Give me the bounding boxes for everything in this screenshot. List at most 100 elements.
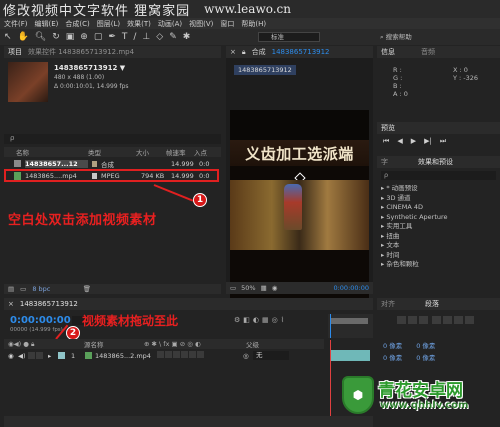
space-after[interactable]: 0 像素 xyxy=(416,352,435,362)
menu-animation[interactable]: 动画(A) xyxy=(158,19,182,29)
last-frame-icon[interactable]: ⏭ xyxy=(440,137,446,146)
preview-icon[interactable]: ▭ xyxy=(230,284,236,292)
menu-help[interactable]: 帮助(H) xyxy=(241,19,266,29)
effect-item[interactable]: ▸ * 动画预设 xyxy=(377,184,500,194)
menu-window[interactable]: 窗口 xyxy=(220,19,234,29)
col-name[interactable]: 名称 xyxy=(4,147,88,157)
first-frame-icon[interactable]: ⏮ xyxy=(383,137,389,146)
timeline-layer-row[interactable]: ◉ ◀) ▸ 1 1483865...2.mp4 ◎ 无 xyxy=(4,350,324,361)
menu-file[interactable]: 文件(F) xyxy=(4,19,28,29)
effect-item[interactable]: ▸ CINEMA 4D xyxy=(377,203,500,213)
audio-icon[interactable]: ◀) xyxy=(18,352,28,360)
pen-tool-icon[interactable]: ✒ xyxy=(108,32,116,42)
lock-icon[interactable]: 🔒︎ xyxy=(242,48,246,57)
col-size[interactable]: 大小 xyxy=(136,147,166,157)
effect-item[interactable]: ▸ Synthetic Aperture xyxy=(377,213,500,223)
tab-effects-presets[interactable]: 效果和预设 xyxy=(418,157,453,167)
col-source-name[interactable]: 源名称 xyxy=(56,339,136,349)
menu-edit[interactable]: 编辑(E) xyxy=(35,19,59,29)
tab-audio[interactable]: 音频 xyxy=(421,47,435,57)
shy-icon[interactable]: ◐ xyxy=(253,316,259,324)
justify-all-icon[interactable] xyxy=(465,316,475,324)
camera-tool-icon[interactable]: ▣ xyxy=(66,32,75,42)
parent-select[interactable]: 无 xyxy=(253,351,289,360)
align-center-icon[interactable] xyxy=(408,316,417,324)
eraser-tool-icon[interactable]: ◇ xyxy=(156,32,163,42)
menu-effect[interactable]: 效果(T) xyxy=(127,19,151,29)
effect-item[interactable]: ▸ 时间 xyxy=(377,251,500,261)
tab-effect-controls[interactable]: 效果控件 1483865713912.mp4 xyxy=(28,47,134,57)
visibility-icon[interactable]: ◉ xyxy=(8,352,18,360)
rect-tool-icon[interactable]: ▢ xyxy=(94,32,103,42)
effect-item[interactable]: ▸ 文本 xyxy=(377,241,500,251)
search-help[interactable]: ⌕ 搜索帮助 xyxy=(380,32,492,42)
indent-right[interactable]: 0 像素 xyxy=(416,340,435,350)
effects-search[interactable]: ρ xyxy=(381,171,496,180)
close-icon[interactable]: × xyxy=(230,48,236,56)
motion-blur-icon[interactable]: ◎ xyxy=(272,316,278,324)
text-tool-icon[interactable]: T xyxy=(122,32,128,42)
selection-tool-icon[interactable]: ↖ xyxy=(4,32,12,42)
justify-left-icon[interactable] xyxy=(432,316,442,324)
col-in[interactable]: 入点 xyxy=(194,147,214,157)
draft-3d-icon[interactable]: ◧ xyxy=(243,316,250,324)
tab-timeline[interactable]: 1483865713912 xyxy=(20,300,78,308)
folder-icon[interactable]: ▭ xyxy=(20,285,26,293)
layer-name[interactable]: 1483865...2.mp4 xyxy=(95,352,157,360)
timeline-timecode[interactable]: 0:00:00:00 xyxy=(10,315,71,326)
effect-item[interactable]: ▸ 实用工具 xyxy=(377,222,500,232)
puppet-tool-icon[interactable]: ✱ xyxy=(183,32,191,42)
work-area-bar[interactable] xyxy=(330,318,368,324)
expand-icon[interactable]: ▸ xyxy=(48,352,58,360)
comp-flow-icon[interactable]: ⚙ xyxy=(234,316,240,324)
comp-time[interactable]: 0:00:00:00 xyxy=(333,284,369,292)
trash-icon[interactable]: 🗑︎ xyxy=(83,285,91,293)
timeline-ruler[interactable] xyxy=(328,314,373,338)
tab-info[interactable]: 信息 xyxy=(381,47,395,57)
bpc-label[interactable]: 8 bpc xyxy=(32,285,50,293)
menu-composition[interactable]: 合成(C) xyxy=(65,19,89,29)
layer-bar[interactable] xyxy=(330,350,370,361)
col-fps[interactable]: 帧速率 xyxy=(166,147,194,157)
prev-frame-icon[interactable]: ◀ xyxy=(397,137,402,146)
pan-tool-icon[interactable]: ⊕ xyxy=(80,32,88,42)
tab-align[interactable]: 对齐 xyxy=(381,299,395,309)
effect-item[interactable]: ▸ 杂色和颗粒 xyxy=(377,260,500,270)
tab-paragraph[interactable]: 段落 xyxy=(425,299,439,309)
zoom-level[interactable]: 50% xyxy=(241,284,255,292)
solo-toggle[interactable] xyxy=(28,352,35,359)
roto-tool-icon[interactable]: ✎ xyxy=(169,32,177,42)
play-icon[interactable]: ▶ xyxy=(411,137,416,146)
brush-tool-icon[interactable]: ∕ xyxy=(133,32,136,42)
effect-item[interactable]: ▸ 3D 通道 xyxy=(377,194,500,204)
align-right-icon[interactable] xyxy=(419,316,428,324)
stamp-tool-icon[interactable]: ⊥ xyxy=(142,32,150,42)
camera-icon[interactable]: ◉ xyxy=(272,284,278,292)
hand-tool-icon[interactable]: ✋ xyxy=(18,32,29,42)
next-frame-icon[interactable]: ▶| xyxy=(424,137,432,146)
tab-project[interactable]: 项目 xyxy=(8,47,22,57)
tab-character[interactable]: 字 xyxy=(381,157,388,167)
graph-icon[interactable]: ⌇ xyxy=(281,316,284,324)
col-type[interactable]: 类型 xyxy=(88,147,136,157)
playhead[interactable] xyxy=(330,314,331,338)
indent-left[interactable]: 0 像素 xyxy=(383,340,402,350)
menu-layer[interactable]: 图层(L) xyxy=(97,19,120,29)
comp-chip[interactable]: 1483865713912 xyxy=(234,65,296,75)
justify-right-icon[interactable] xyxy=(454,316,464,324)
grid-icon[interactable]: ▦ xyxy=(261,284,267,292)
parent-pick-icon[interactable]: ◎ xyxy=(243,352,253,360)
lock-toggle[interactable] xyxy=(36,352,43,359)
align-left-icon[interactable] xyxy=(397,316,406,324)
space-before[interactable]: 0 像素 xyxy=(383,352,402,362)
col-parent[interactable]: 父级 xyxy=(246,339,259,349)
workspace-select[interactable]: 标准 xyxy=(258,32,320,42)
effect-item[interactable]: ▸ 扭曲 xyxy=(377,232,500,242)
justify-center-icon[interactable] xyxy=(443,316,453,324)
rotate-tool-icon[interactable]: ↻ xyxy=(52,32,60,42)
project-search[interactable]: ρ xyxy=(4,134,221,144)
project-row-comp[interactable]: 14838657...12 合成 14.999 0:0 xyxy=(4,158,221,169)
label-color[interactable] xyxy=(58,352,65,359)
project-row-video[interactable]: 1483865....mp4 MPEG 794 KB 14.999 0:0 xyxy=(4,169,219,182)
frame-blend-icon[interactable]: ▦ xyxy=(262,316,269,324)
